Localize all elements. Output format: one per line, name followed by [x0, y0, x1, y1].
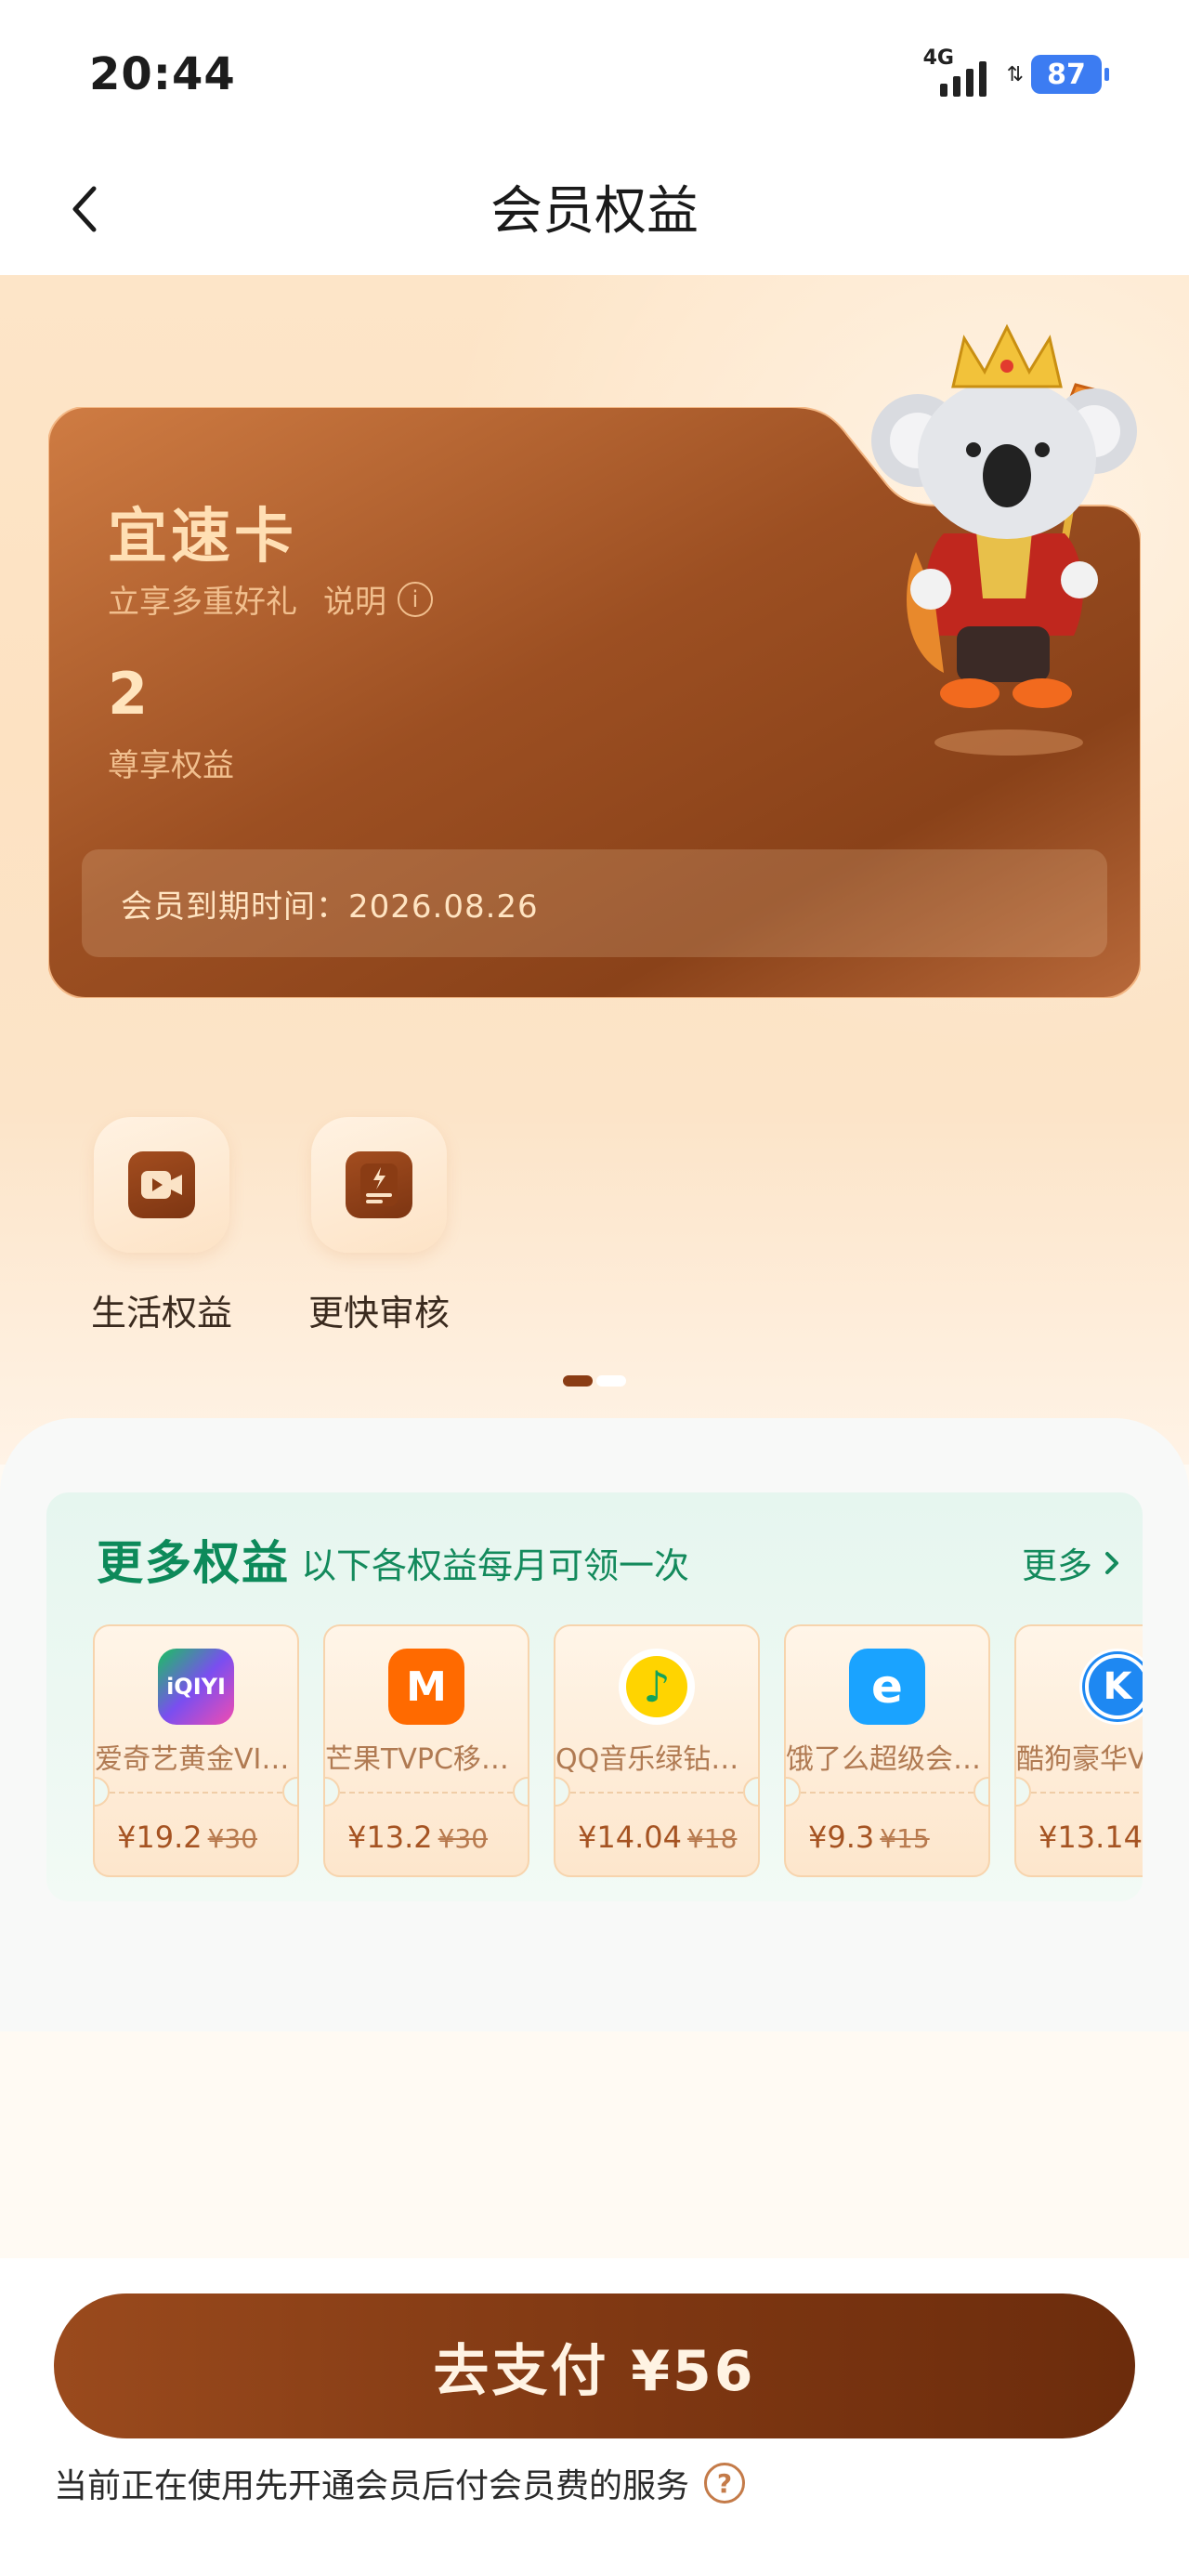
service-note: 当前正在使用先开通会员后付会员费的服务 ? [54, 2459, 746, 2507]
coupon-sale-price: ¥14.04 [578, 1820, 682, 1855]
coupon-price: ¥9.3 ¥15 [808, 1820, 930, 1855]
coupon-sale-price: ¥13.14 [1039, 1820, 1143, 1855]
coupon-price: ¥13.14¥ [1039, 1820, 1143, 1855]
coupon-original-price: ¥15 [880, 1823, 930, 1854]
expire-bar: 会员到期时间：2026.08.26 [82, 849, 1107, 957]
card-subtitle: 立享多重好礼 [108, 584, 297, 621]
mango-tv-logo-icon: M [388, 1649, 464, 1725]
perk-icon-container [311, 1117, 447, 1253]
coupon-divider [801, 1792, 973, 1794]
page-title: 会员权益 [490, 181, 699, 242]
video-play-icon [128, 1151, 195, 1218]
coupon-eleme[interactable]: e 饿了么超级会… ¥9.3 ¥15 [784, 1624, 990, 1877]
fast-review-icon [346, 1151, 412, 1218]
network-type-label: 4G [922, 46, 954, 70]
perk-icon-container [94, 1117, 229, 1253]
data-activity-icon: ⇅ [1006, 62, 1024, 86]
more-benefits-subtitle: 以下各权益每月可领一次 [301, 1545, 690, 1586]
more-benefits-title: 更多权益 [97, 1536, 290, 1590]
carousel-indicator [563, 1375, 626, 1387]
kugou-logo-icon: K [1079, 1649, 1143, 1725]
battery-icon: 87 [1031, 55, 1109, 94]
coupon-qq-music[interactable]: ♪ QQ音乐绿钻… ¥14.04 ¥18 [554, 1624, 760, 1877]
coupon-name: 饿了么超级会… [786, 1743, 981, 1776]
coupon-divider [1031, 1792, 1143, 1794]
coupon-sale-price: ¥13.2 [347, 1820, 433, 1855]
coupon-sale-price: ¥9.3 [808, 1820, 875, 1855]
status-icons: 4G ⇅ 87 [923, 48, 1109, 97]
coupon-original-price: ¥18 [686, 1823, 738, 1854]
qq-music-logo-icon: ♪ [619, 1649, 695, 1725]
coupon-divider [570, 1792, 743, 1794]
indicator-active [563, 1375, 593, 1387]
coupon-original-price: ¥30 [207, 1823, 258, 1854]
coupon-name: QQ音乐绿钻… [555, 1743, 739, 1776]
coupon-price: ¥13.2 ¥30 [347, 1820, 488, 1855]
perk-fast-review[interactable]: 更快审核 [305, 1117, 453, 1335]
service-note-text: 当前正在使用先开通会员后付会员费的服务 [54, 2467, 690, 2505]
iqiyi-logo-icon: iQIYI [158, 1649, 234, 1725]
perk-label: 生活权益 [90, 1293, 232, 1334]
info-icon[interactable]: i [398, 581, 433, 617]
indicator-inactive [596, 1375, 626, 1387]
benefit-label: 尊享权益 [108, 747, 234, 784]
card-title: 宜速卡 [108, 503, 297, 572]
coupon-name: 芒果TVPC移… [325, 1743, 509, 1776]
coupon-price: ¥14.04 ¥18 [578, 1820, 737, 1855]
perk-label: 更快审核 [307, 1293, 450, 1334]
card-subtitle-row: 立享多重好礼 说明 i [108, 576, 433, 622]
perk-life[interactable]: 生活权益 [87, 1117, 236, 1335]
pay-button[interactable]: 去支付 ¥56 [54, 2293, 1135, 2438]
coupon-name: 爱奇艺黄金VIP… [95, 1743, 299, 1776]
coupon-kugou[interactable]: K 酷狗豪华VI ¥13.14¥ [1014, 1624, 1143, 1877]
eleme-logo-icon: e [849, 1649, 925, 1725]
status-time: 20:44 [89, 48, 236, 100]
explain-link[interactable]: 说明 [323, 576, 386, 622]
coupon-name: 酷狗豪华VI [1016, 1743, 1143, 1776]
cellular-signal-icon: 4G [923, 48, 992, 97]
coupon-list: iQIYI 爱奇艺黄金VIP… ¥19.2 ¥30 M 芒果TVPC移… ¥13.… [93, 1624, 1143, 1879]
coupon-divider [340, 1792, 513, 1794]
chevron-right-icon [1105, 1551, 1118, 1574]
status-bar: 20:44 4G ⇅ 87 [0, 0, 1189, 139]
help-icon[interactable]: ? [704, 2463, 746, 2504]
battery-level: 87 [1047, 58, 1086, 91]
coupon-mango-tv[interactable]: M 芒果TVPC移… ¥13.2 ¥30 [323, 1624, 529, 1877]
expire-text: 会员到期时间：2026.08.26 [121, 887, 539, 926]
coupon-price: ¥19.2 ¥30 [117, 1820, 257, 1855]
coupon-divider [110, 1792, 282, 1794]
benefit-count: 2 [108, 660, 149, 728]
more-link[interactable]: 更多 [1022, 1537, 1120, 1588]
koala-mascot-image [860, 320, 1157, 766]
more-link-label: 更多 [1021, 1545, 1092, 1586]
coupon-iqiyi[interactable]: iQIYI 爱奇艺黄金VIP… ¥19.2 ¥30 [93, 1624, 299, 1877]
navigation-bar: 会员权益 [0, 139, 1189, 279]
coupon-original-price: ¥30 [438, 1823, 489, 1854]
coupon-sale-price: ¥19.2 [117, 1820, 203, 1855]
